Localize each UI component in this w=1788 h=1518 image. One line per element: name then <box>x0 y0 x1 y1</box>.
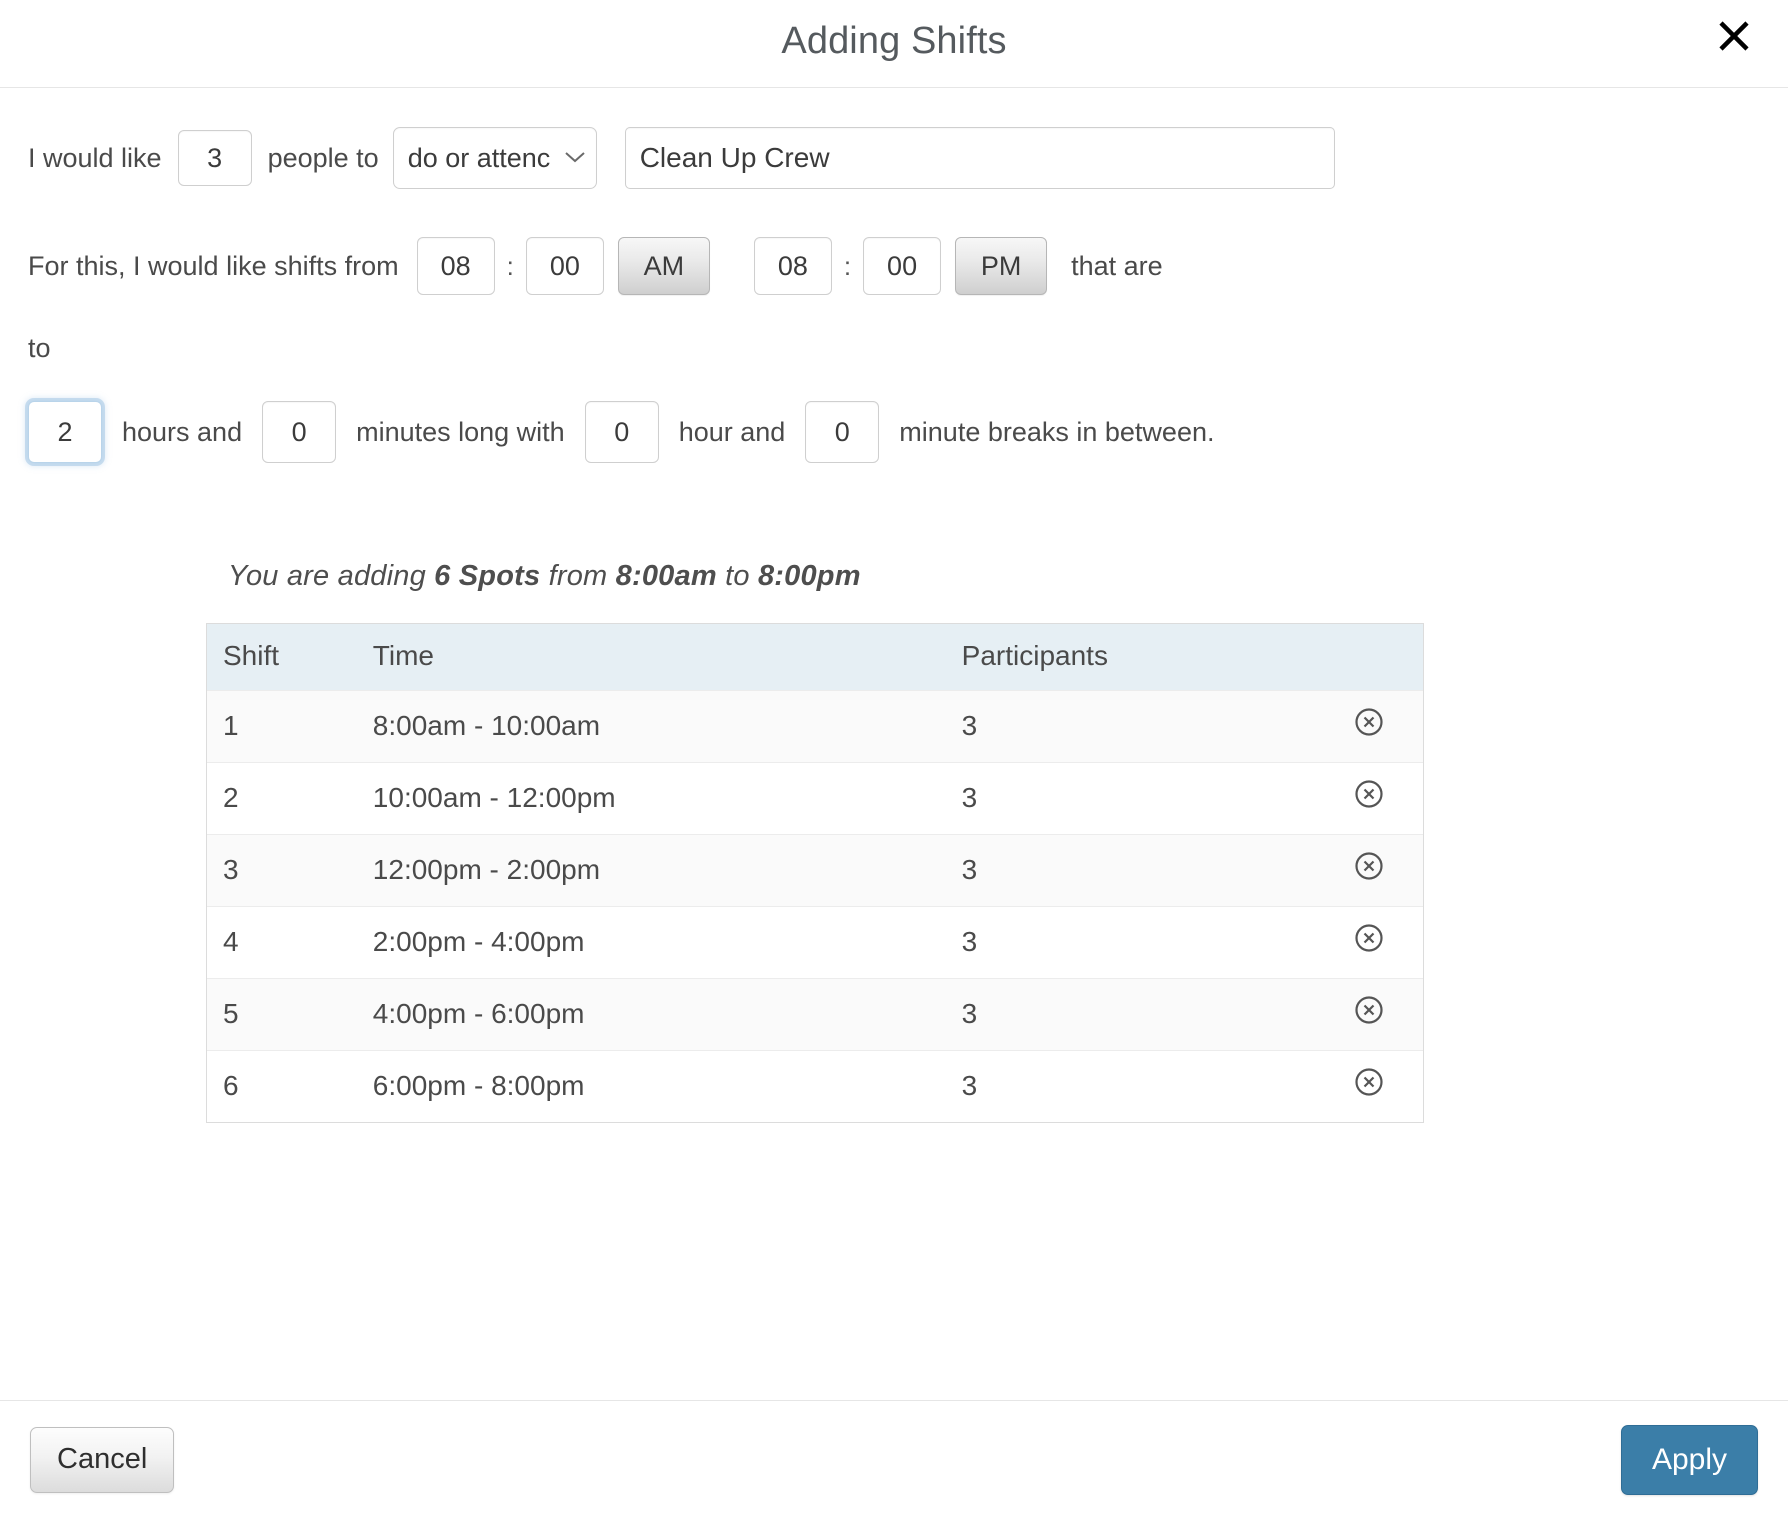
modal-footer: Cancel Apply <box>0 1400 1788 1518</box>
break-hour-and-label: hour and <box>678 416 786 447</box>
cell-shift-number: 2 <box>207 762 357 835</box>
table-row: 4 2:00pm - 4:00pm 3 <box>207 906 1423 979</box>
cell-actions <box>1315 690 1423 763</box>
start-minute-input[interactable] <box>525 237 604 295</box>
start-time-colon: : <box>506 250 514 281</box>
end-minute-input[interactable] <box>863 237 942 295</box>
cell-shift-time: 4:00pm - 6:00pm <box>356 978 946 1051</box>
summary-part2: from <box>540 560 616 592</box>
modal-header: Adding Shifts <box>0 0 1788 88</box>
cell-participants: 3 <box>945 1050 1316 1122</box>
summary-part1: You are adding <box>228 560 435 592</box>
cell-shift-number: 5 <box>207 978 357 1051</box>
page-title: Adding Shifts <box>781 20 1007 62</box>
remove-circle-icon-glyph <box>1355 852 1383 880</box>
cell-shift-time: 10:00am - 12:00pm <box>356 762 946 835</box>
end-meridiem-toggle[interactable]: PM <box>955 237 1048 295</box>
table-row: 3 12:00pm - 2:00pm 3 <box>207 834 1423 907</box>
remove-circle-icon-glyph <box>1355 1068 1383 1096</box>
remove-circle-icon[interactable] <box>1354 995 1384 1025</box>
shifts-from-label: For this, I would like shifts from <box>28 250 399 281</box>
cancel-button[interactable]: Cancel <box>30 1426 175 1493</box>
column-header-shift: Shift <box>207 624 357 691</box>
start-meridiem-toggle[interactable]: AM <box>617 237 710 295</box>
cell-shift-number: 6 <box>207 1050 357 1122</box>
remove-circle-icon-glyph <box>1355 996 1383 1024</box>
table-row: 5 4:00pm - 6:00pm 3 <box>207 978 1423 1051</box>
cell-participants: 3 <box>945 906 1316 979</box>
cell-shift-time: 2:00pm - 4:00pm <box>356 906 946 979</box>
to-label-row: to <box>28 320 1760 376</box>
to-label: to <box>28 332 51 363</box>
shift-table-container: Shift Time Participants 1 8:00am - 10:00a… <box>206 623 1424 1123</box>
cell-participants: 3 <box>945 834 1316 907</box>
break-minutes-input[interactable] <box>805 401 880 463</box>
shift-table: Shift Time Participants 1 8:00am - 10:00a… <box>207 624 1423 1122</box>
remove-circle-icon-glyph <box>1355 780 1383 808</box>
cell-shift-number: 3 <box>207 834 357 907</box>
modal-body: I would like people to do or attenc For … <box>0 116 1788 1123</box>
cell-actions <box>1315 834 1423 907</box>
people-count-input[interactable] <box>177 130 252 186</box>
remove-circle-icon[interactable] <box>1354 923 1384 953</box>
hours-and-label: hours and <box>122 416 243 447</box>
summary-text: You are adding 6 Spots from 8:00am to 8:… <box>228 560 1760 593</box>
i-would-like-label: I would like <box>28 142 162 173</box>
column-header-actions <box>1315 624 1423 691</box>
start-hour-input[interactable] <box>416 237 495 295</box>
activity-type-selected-value: do or attenc <box>407 142 551 173</box>
chevron-down-icon <box>564 148 586 168</box>
cell-actions <box>1315 762 1423 835</box>
table-row: 6 6:00pm - 8:00pm 3 <box>207 1050 1423 1122</box>
that-are-label: that are <box>1071 250 1163 281</box>
shift-duration-row: hours and minutes long with hour and min… <box>28 390 1760 474</box>
duration-minutes-input[interactable] <box>262 401 337 463</box>
people-to-label: people to <box>267 142 379 173</box>
cell-participants: 3 <box>945 762 1316 835</box>
shift-table-body: 1 8:00am - 10:00am 3 2 10:00am - 12:00pm 3 3 12… <box>207 690 1423 1122</box>
cell-shift-time: 8:00am - 10:00am <box>356 690 946 763</box>
remove-circle-icon[interactable] <box>1354 779 1384 809</box>
remove-circle-icon[interactable] <box>1354 707 1384 737</box>
activity-name-input[interactable] <box>624 127 1335 189</box>
break-hours-input[interactable] <box>584 401 659 463</box>
end-time-colon: : <box>843 250 852 281</box>
shift-table-header: Shift Time Participants <box>207 624 1423 691</box>
table-header-row: Shift Time Participants <box>207 624 1423 691</box>
remove-circle-icon[interactable] <box>1354 1067 1384 1097</box>
activity-type-select[interactable]: do or attenc <box>392 127 597 189</box>
apply-button[interactable]: Apply <box>1620 1424 1758 1495</box>
column-header-participants: Participants <box>945 624 1316 691</box>
minutes-long-with-label: minutes long with <box>356 416 565 447</box>
cell-shift-number: 4 <box>207 906 357 979</box>
remove-circle-icon[interactable] <box>1354 851 1384 881</box>
people-activity-row: I would like people to do or attenc <box>28 116 1760 200</box>
remove-circle-icon-glyph <box>1355 708 1383 736</box>
remove-circle-icon-glyph <box>1355 924 1383 952</box>
cell-shift-number: 1 <box>207 690 357 763</box>
summary-spots: 6 Spots <box>434 560 541 592</box>
summary-end-time: 8:00pm <box>757 560 861 592</box>
table-row: 1 8:00am - 10:00am 3 <box>207 690 1423 763</box>
duration-hours-input[interactable] <box>28 401 102 463</box>
cell-participants: 3 <box>945 978 1316 1051</box>
shift-time-range-row: For this, I would like shifts from : AM … <box>28 224 1760 308</box>
close-icon-glyph <box>1719 21 1749 51</box>
cell-shift-time: 12:00pm - 2:00pm <box>356 834 946 907</box>
close-icon[interactable] <box>1710 12 1758 60</box>
break-minutes-label: minute breaks in between. <box>899 416 1215 447</box>
column-header-time: Time <box>356 624 946 691</box>
chevron-down-icon-glyph <box>565 152 585 163</box>
end-hour-input[interactable] <box>753 237 832 295</box>
table-row: 2 10:00am - 12:00pm 3 <box>207 762 1423 835</box>
cell-actions <box>1315 906 1423 979</box>
cell-shift-time: 6:00pm - 8:00pm <box>356 1050 946 1122</box>
cell-actions <box>1315 978 1423 1051</box>
summary-start-time: 8:00am <box>615 560 717 592</box>
summary-part3: to <box>716 560 758 592</box>
cell-participants: 3 <box>945 690 1316 763</box>
cell-actions <box>1315 1050 1423 1122</box>
